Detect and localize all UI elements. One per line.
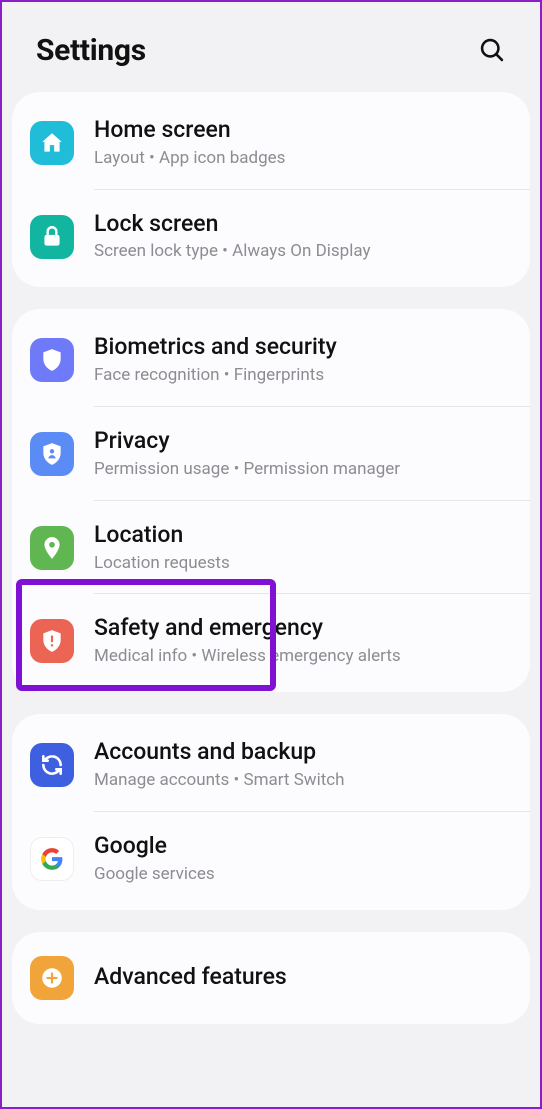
item-content: Safety and emergencyMedical info • Wirel… [94,614,512,668]
item-title: Accounts and backup [94,738,512,767]
item-subtitle: Screen lock type • Always On Display [94,240,512,263]
lock-icon [30,215,74,259]
item-title: Privacy [94,427,512,456]
privacy-shield-icon [30,432,74,476]
search-icon [478,36,506,64]
item-title: Safety and emergency [94,614,512,643]
google-g-icon [30,837,74,881]
item-subtitle: Google services [94,863,512,886]
settings-list: Home screenLayout • App icon badges Lock … [2,92,540,1024]
alert-shield-icon [30,619,74,663]
settings-group: Home screenLayout • App icon badges Lock … [12,92,530,287]
settings-item-biometrics[interactable]: Biometrics and securityFace recognition … [12,309,530,407]
settings-item-safety[interactable]: Safety and emergencyMedical info • Wirel… [12,594,530,692]
item-title: Google [94,832,512,861]
item-subtitle: Layout • App icon badges [94,147,512,170]
home-icon [30,121,74,165]
settings-item-lock-screen[interactable]: Lock screenScreen lock type • Always On … [12,190,530,288]
item-content: Home screenLayout • App icon badges [94,116,512,170]
item-subtitle: Medical info • Wireless emergency alerts [94,645,512,668]
item-title: Biometrics and security [94,333,512,362]
item-subtitle: Face recognition • Fingerprints [94,364,512,387]
settings-item-accounts[interactable]: Accounts and backupManage accounts • Sma… [12,714,530,812]
settings-item-google[interactable]: GoogleGoogle services [12,812,530,910]
item-content: Advanced features [94,963,512,992]
page-title: Settings [36,33,146,68]
settings-group: Accounts and backupManage accounts • Sma… [12,714,530,909]
item-content: GoogleGoogle services [94,832,512,886]
location-pin-icon [30,526,74,570]
shield-icon [30,338,74,382]
header: Settings [2,2,540,92]
item-subtitle: Manage accounts • Smart Switch [94,769,512,792]
item-content: Biometrics and securityFace recognition … [94,333,512,387]
settings-item-advanced[interactable]: Advanced features [12,932,530,1024]
item-content: Lock screenScreen lock type • Always On … [94,210,512,264]
item-content: Accounts and backupManage accounts • Sma… [94,738,512,792]
settings-group: Advanced features [12,932,530,1024]
item-content: PrivacyPermission usage • Permission man… [94,427,512,481]
settings-item-home-screen[interactable]: Home screenLayout • App icon badges [12,92,530,190]
search-button[interactable] [472,30,512,70]
sync-icon [30,743,74,787]
plus-square-icon [30,956,74,1000]
item-subtitle: Permission usage • Permission manager [94,458,512,481]
item-title: Location [94,521,512,550]
item-title: Lock screen [94,210,512,239]
item-content: LocationLocation requests [94,521,512,575]
settings-item-privacy[interactable]: PrivacyPermission usage • Permission man… [12,407,530,501]
item-title: Home screen [94,116,512,145]
item-title: Advanced features [94,963,512,992]
settings-item-location[interactable]: LocationLocation requests [12,501,530,595]
item-subtitle: Location requests [94,552,512,575]
settings-group: Biometrics and securityFace recognition … [12,309,530,692]
